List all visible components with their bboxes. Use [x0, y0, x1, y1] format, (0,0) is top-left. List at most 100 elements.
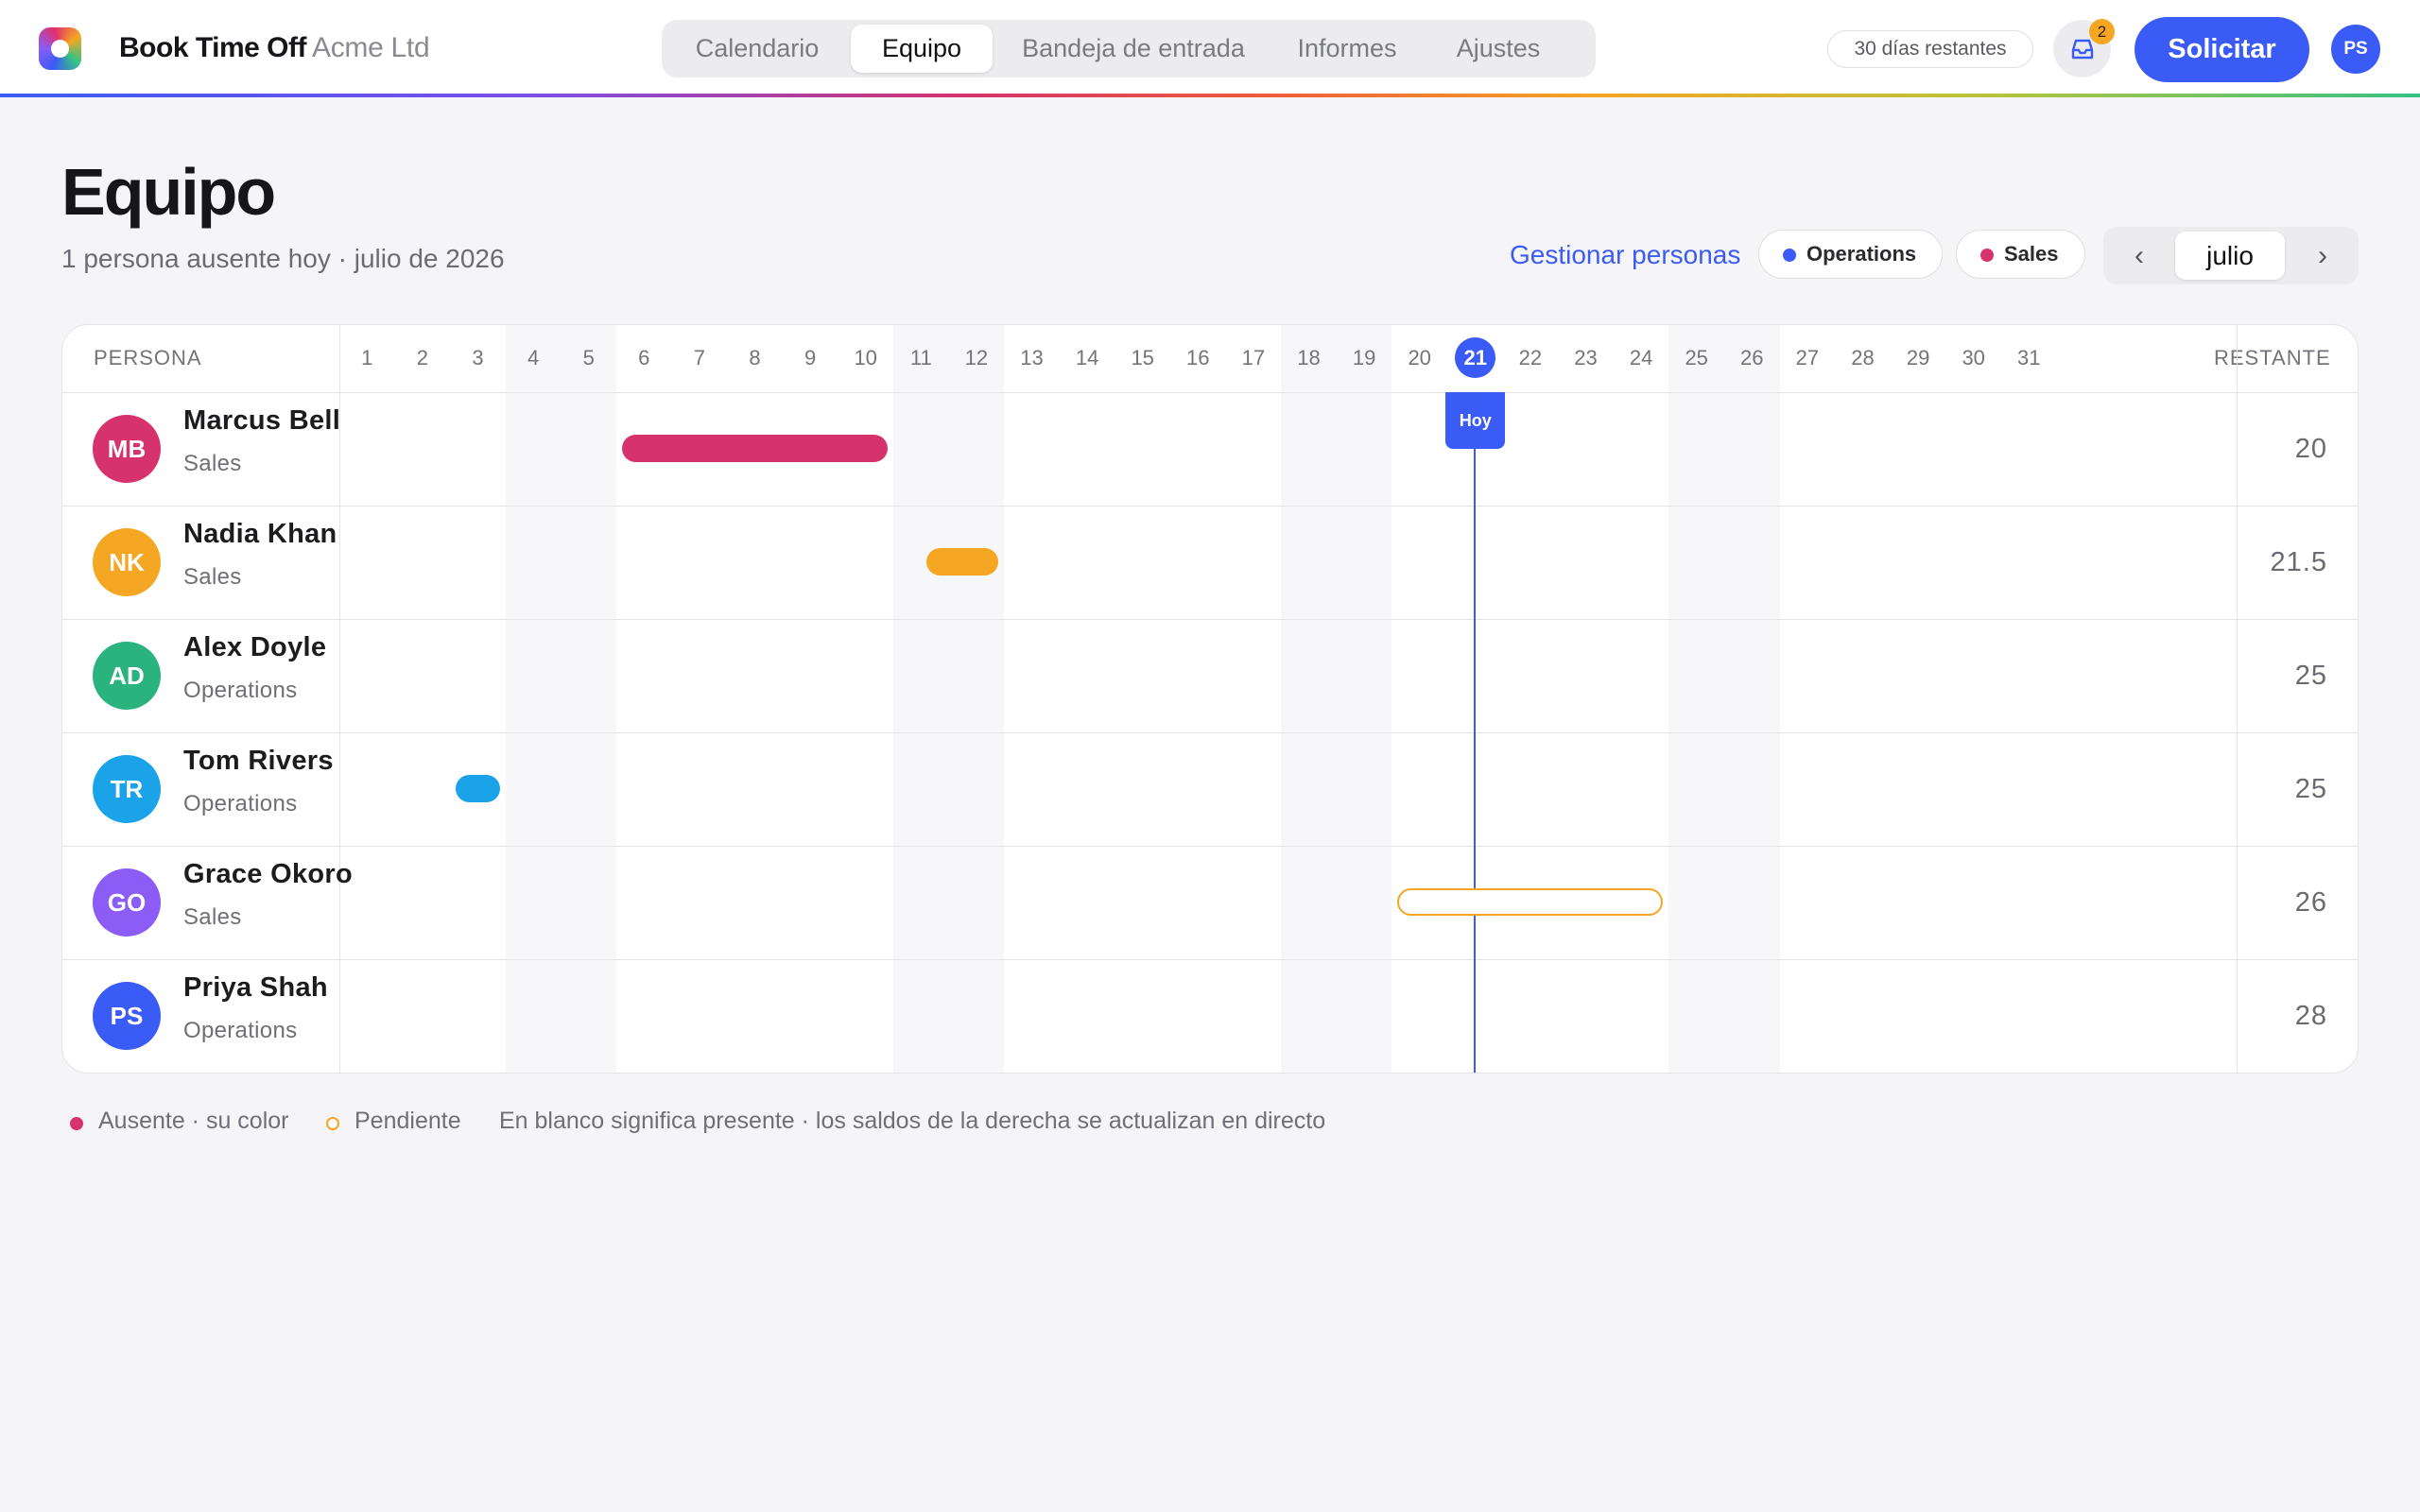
page-title: Equipo	[61, 155, 276, 229]
person-name[interactable]: Marcus Bell	[183, 405, 340, 437]
row-divider	[62, 846, 2358, 847]
remaining-balance: 26	[2294, 887, 2327, 918]
top-bar: Book Time Off Acme Ltd Calendario Equipo…	[0, 0, 2420, 97]
row-divider	[62, 959, 2358, 960]
day-header: 10	[854, 346, 877, 369]
tab-bandeja-de-entrada[interactable]: Bandeja de entrada	[1002, 25, 1265, 73]
prev-month-chevron-left-icon[interactable]: ‹	[2111, 227, 2168, 284]
day-header: 31	[2017, 346, 2041, 369]
day-header: 23	[1574, 346, 1598, 369]
day-header: 12	[964, 346, 989, 369]
absence-bar[interactable]	[926, 548, 999, 576]
remaining-column-header: RESTANTE	[2214, 346, 2331, 369]
team-color-dot	[1980, 249, 1994, 262]
person-team: Operations	[183, 678, 298, 703]
day-header: 16	[1186, 346, 1210, 369]
day-header: 15	[1131, 346, 1154, 369]
weekend-column	[1668, 325, 1724, 1073]
day-header: 4	[527, 346, 540, 369]
day-header: 11	[909, 346, 932, 369]
day-header: 18	[1297, 346, 1321, 369]
person-avatar: NK	[93, 528, 161, 596]
request-button[interactable]: Solicitar	[2135, 17, 2309, 82]
remaining-balance: 25	[2294, 774, 2327, 804]
company-name: Acme Ltd	[312, 32, 430, 63]
today-flag: Hoy	[1445, 392, 1506, 449]
day-header: 27	[1795, 346, 1820, 369]
pending-legend-dot	[326, 1117, 339, 1130]
day-header: 1	[361, 346, 373, 369]
day-header: 8	[749, 346, 761, 369]
month-label[interactable]: julio	[2175, 232, 2285, 280]
absent-legend-label: Ausente · su color	[98, 1108, 289, 1134]
row-divider	[62, 619, 2358, 620]
tab-equipo[interactable]: Equipo	[851, 25, 993, 73]
person-avatar: TR	[93, 755, 161, 823]
person-name[interactable]: Tom Rivers	[183, 746, 334, 777]
day-header: 6	[638, 346, 650, 369]
row-divider	[62, 732, 2358, 733]
tab-ajustes[interactable]: Ajustes	[1427, 25, 1569, 73]
person-name[interactable]: Priya Shah	[183, 972, 328, 1004]
day-header: 2	[416, 346, 429, 369]
person-avatar: MB	[93, 415, 161, 483]
person-team: Operations	[183, 1018, 298, 1043]
day-header: 13	[1020, 346, 1044, 369]
gradient-divider	[0, 94, 2420, 97]
today-day-marker: 21	[1455, 337, 1496, 378]
month-navigator: ‹ julio ›	[2103, 227, 2359, 284]
day-header: 5	[582, 346, 595, 369]
inbox-count-badge: 2	[2089, 19, 2115, 44]
person-team: Sales	[183, 904, 242, 930]
filter-chip-label: Operations	[1806, 242, 1917, 266]
main-tabs: Calendario Equipo Bandeja de entrada Inf…	[662, 20, 1596, 77]
day-header: 17	[1241, 346, 1266, 369]
filter-chip-label: Sales	[2004, 242, 2059, 266]
manage-people-link[interactable]: Gestionar personas	[1510, 240, 1740, 270]
person-avatar: GO	[93, 868, 161, 936]
day-header: 30	[1962, 346, 1985, 369]
next-month-chevron-right-icon[interactable]: ›	[2294, 227, 2351, 284]
remaining-balance: 28	[2294, 1001, 2327, 1031]
days-remaining-pill: 30 días restantes	[1827, 30, 2033, 68]
team-calendar-grid: PERSONA RESTANTE 1 2 3 4 5 6 7 8 9 10 11 12 13 14 15 16…	[61, 324, 2359, 1074]
person-name[interactable]: Grace Okoro	[183, 859, 353, 890]
day-header: 25	[1685, 346, 1708, 369]
day-header: 24	[1629, 346, 1653, 369]
person-avatar: AD	[93, 642, 161, 710]
filter-chip-sales[interactable]: Sales	[1956, 230, 2085, 279]
app-logo-icon[interactable]	[39, 27, 81, 70]
person-team: Sales	[183, 451, 242, 476]
tab-informes[interactable]: Informes	[1276, 25, 1418, 73]
absence-bar[interactable]	[456, 775, 500, 802]
day-header: 19	[1352, 346, 1376, 369]
inbox-icon	[2071, 39, 2094, 60]
remaining-balance: 21.5	[2270, 547, 2327, 577]
brand-name: Book Time Off	[119, 32, 306, 63]
remaining-balance: 20	[2294, 434, 2327, 464]
person-name[interactable]: Alex Doyle	[183, 632, 326, 663]
day-header: 9	[804, 346, 817, 369]
day-header: 28	[1851, 346, 1875, 369]
weekend-column	[948, 325, 1005, 1073]
tab-calendario[interactable]: Calendario	[667, 25, 847, 73]
absence-bar[interactable]	[622, 435, 888, 462]
person-name[interactable]: Nadia Khan	[183, 519, 337, 550]
weekend-column	[1281, 325, 1337, 1073]
page-subtitle: 1 persona ausente hoy · julio de 2026	[61, 244, 505, 273]
user-avatar[interactable]: PS	[2331, 25, 2380, 74]
row-divider	[62, 506, 2358, 507]
remaining-balance: 25	[2294, 661, 2327, 691]
filter-chip-operations[interactable]: Operations	[1758, 230, 1943, 279]
absent-legend-dot	[70, 1117, 83, 1130]
team-color-dot	[1783, 249, 1796, 262]
pending-absence-bar[interactable]	[1397, 888, 1664, 916]
day-header: 20	[1408, 346, 1431, 369]
weekend-column	[1336, 325, 1392, 1073]
day-header: 29	[1906, 346, 1930, 369]
day-header: 22	[1518, 346, 1543, 369]
remaining-column-divider	[2237, 325, 2238, 1073]
person-column-divider	[339, 325, 340, 1073]
weekend-column	[893, 325, 949, 1073]
today-line	[1474, 392, 1477, 1073]
